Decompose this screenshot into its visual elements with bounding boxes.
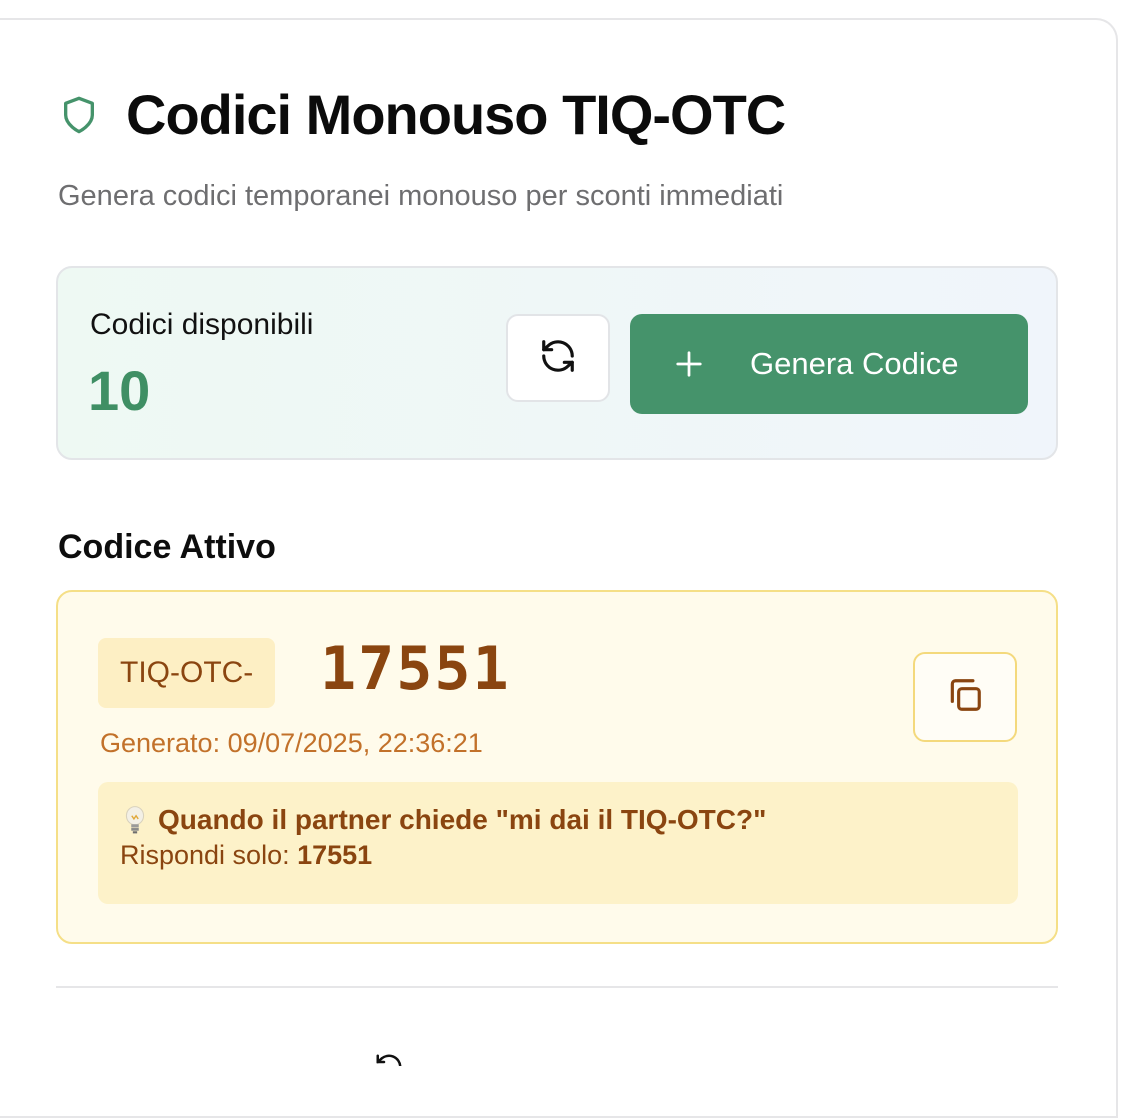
hint-question-row: Quando il partner chiede "mi dai il TIQ-… <box>120 804 996 836</box>
otc-card: Codici Monouso TIQ-OTC Genera codici tem… <box>0 18 1118 1118</box>
hint-box: Quando il partner chiede "mi dai il TIQ-… <box>98 782 1018 904</box>
generate-code-label: Genera Codice <box>750 346 959 381</box>
generated-timestamp: Generato: 09/07/2025, 22:36:21 <box>100 728 483 758</box>
generate-code-button[interactable]: Genera Codice <box>630 314 1028 414</box>
available-codes-label: Codici disponibili <box>90 308 314 341</box>
hint-answer-value: 17551 <box>297 840 373 870</box>
copy-code-button[interactable] <box>913 652 1017 742</box>
hint-answer-label: Rispondi solo: <box>120 840 298 870</box>
active-code-heading: Codice Attivo <box>58 528 276 566</box>
code-prefix-badge: TIQ-OTC- <box>98 638 276 708</box>
refresh-button[interactable] <box>506 314 610 402</box>
lightbulb-icon <box>120 804 150 836</box>
hint-question: Quando il partner chiede "mi dai il TIQ-… <box>158 804 767 835</box>
plus-icon <box>674 349 704 379</box>
stats-panel: Codici disponibili 10 Genera Codice <box>56 266 1058 460</box>
code-number: 17551 <box>320 634 511 704</box>
shield-icon <box>58 94 100 136</box>
divider <box>56 986 1058 988</box>
refresh-icon <box>539 337 577 380</box>
card-header: Codici Monouso TIQ-OTC <box>58 82 786 147</box>
page-title: Codici Monouso TIQ-OTC <box>126 83 786 146</box>
page-subtitle: Genera codici temporanei monouso per sco… <box>58 180 784 212</box>
copy-icon <box>946 676 984 719</box>
active-code-panel: TIQ-OTC- 17551 Generato: 09/07/2025, 22:… <box>56 590 1058 944</box>
hint-answer-row: Rispondi solo: 17551 <box>120 840 996 871</box>
partial-icon <box>374 1052 404 1066</box>
available-codes-count: 10 <box>88 359 151 422</box>
